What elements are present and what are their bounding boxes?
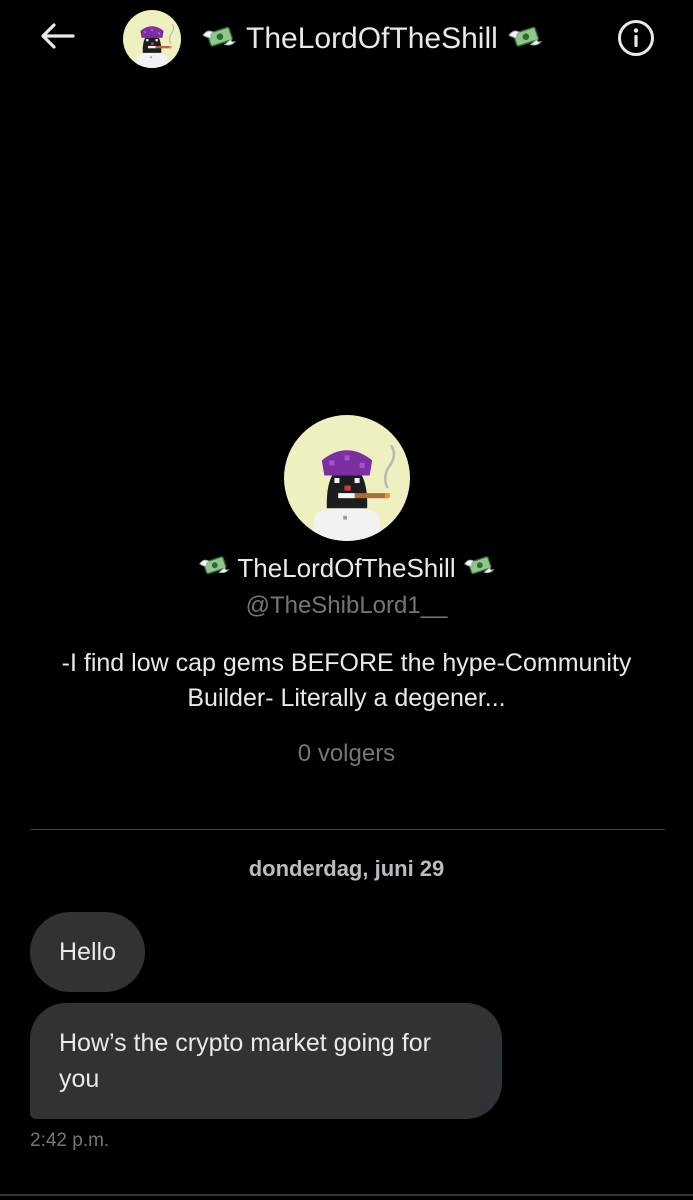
arrow-left-icon [40, 22, 76, 55]
date-separator: donderdag, juni 29 [248, 856, 445, 881]
conversation-title[interactable]: TheLordOfTheShill [200, 16, 560, 62]
top-bar: TheLordOfTheShill [0, 0, 693, 80]
profile-avatar[interactable] [284, 415, 410, 541]
composer-divider [0, 1194, 693, 1196]
profile-handle: @TheShibLord1__ [245, 592, 448, 619]
profile-name-row: TheLordOfTheShill [0, 548, 693, 588]
money-with-wings-icon [200, 22, 238, 57]
conversation-title-text: TheLordOfTheShill [246, 22, 498, 55]
divider [30, 829, 665, 830]
message-bubble[interactable]: How’s the crypto market going for you [30, 1003, 502, 1119]
back-button[interactable] [36, 18, 80, 58]
header-avatar[interactable] [123, 10, 181, 68]
money-with-wings-icon [506, 22, 544, 57]
conversation-info-button[interactable] [614, 18, 658, 62]
money-with-wings-icon [197, 552, 231, 584]
followers-count[interactable]: 0 volgers [0, 740, 693, 768]
message-bubble[interactable]: Hello [30, 912, 145, 992]
info-circle-icon [616, 18, 656, 63]
profile-bio: -I find low cap gems BEFORE the hype-Com… [61, 649, 632, 712]
money-with-wings-icon [462, 552, 496, 584]
profile-display-name: TheLordOfTheShill [237, 552, 456, 583]
message-timestamp: 2:42 p.m. [30, 1130, 110, 1151]
